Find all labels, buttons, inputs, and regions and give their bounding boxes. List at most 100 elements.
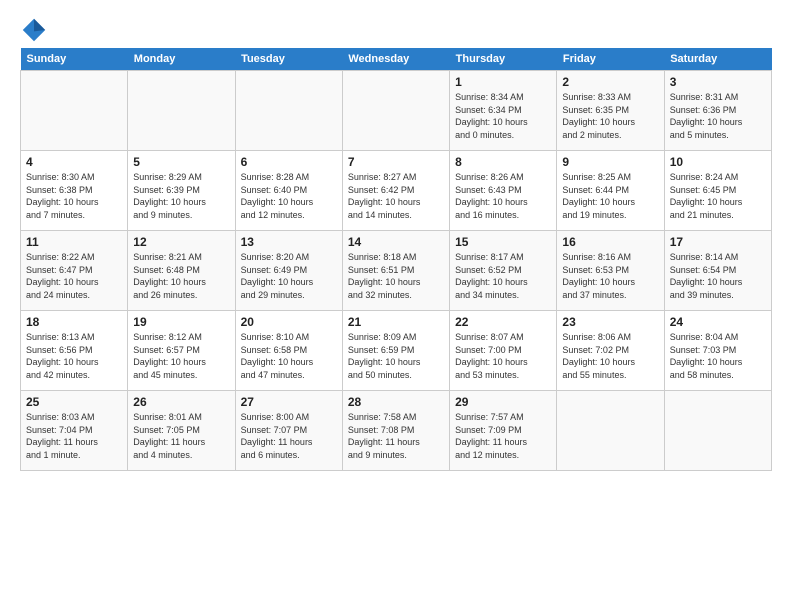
calendar-cell: 16 Sunrise: 8:16 AM Sunset: 6:53 PM Dayli… <box>557 231 664 311</box>
day-info: Sunrise: 8:27 AM Sunset: 6:42 PM Dayligh… <box>348 171 444 221</box>
day-info: Sunrise: 8:17 AM Sunset: 6:52 PM Dayligh… <box>455 251 551 301</box>
day-number: 12 <box>133 235 229 249</box>
day-number: 3 <box>670 75 766 89</box>
calendar-cell: 4Sunrise: 8:30 AM Sunset: 6:38 PM Daylig… <box>21 151 128 231</box>
calendar-cell <box>21 71 128 151</box>
calendar-cell: 12 Sunrise: 8:21 AM Sunset: 6:48 PM Dayli… <box>128 231 235 311</box>
calendar-cell: 13 Sunrise: 8:20 AM Sunset: 6:49 PM Dayli… <box>235 231 342 311</box>
calendar-cell: 5 Sunrise: 8:29 AM Sunset: 6:39 PM Daylig… <box>128 151 235 231</box>
header <box>20 16 772 44</box>
day-number: 23 <box>562 315 658 329</box>
day-number: 24 <box>670 315 766 329</box>
day-info: Sunrise: 7:58 AM Sunset: 7:08 PM Dayligh… <box>348 411 444 461</box>
day-info: Sunrise: 8:34 AM Sunset: 6:34 PM Dayligh… <box>455 91 551 141</box>
calendar-cell <box>342 71 449 151</box>
day-info: Sunrise: 8:12 AM Sunset: 6:57 PM Dayligh… <box>133 331 229 381</box>
day-info: Sunrise: 8:10 AM Sunset: 6:58 PM Dayligh… <box>241 331 337 381</box>
week-row-1: 1Sunrise: 8:34 AM Sunset: 6:34 PM Daylig… <box>21 71 772 151</box>
week-row-3: 11 Sunrise: 8:22 AM Sunset: 6:47 PM Dayli… <box>21 231 772 311</box>
calendar-cell: 9 Sunrise: 8:25 AM Sunset: 6:44 PM Daylig… <box>557 151 664 231</box>
day-info: Sunrise: 8:21 AM Sunset: 6:48 PM Dayligh… <box>133 251 229 301</box>
day-number: 16 <box>562 235 658 249</box>
week-row-2: 4Sunrise: 8:30 AM Sunset: 6:38 PM Daylig… <box>21 151 772 231</box>
calendar-cell: 23 Sunrise: 8:06 AM Sunset: 7:02 PM Dayli… <box>557 311 664 391</box>
weekday-header-thursday: Thursday <box>450 48 557 71</box>
calendar-cell: 6 Sunrise: 8:28 AM Sunset: 6:40 PM Daylig… <box>235 151 342 231</box>
calendar-cell: 1Sunrise: 8:34 AM Sunset: 6:34 PM Daylig… <box>450 71 557 151</box>
calendar-cell: 29Sunrise: 7:57 AM Sunset: 7:09 PM Dayli… <box>450 391 557 471</box>
day-number: 18 <box>26 315 122 329</box>
day-info: Sunrise: 8:04 AM Sunset: 7:03 PM Dayligh… <box>670 331 766 381</box>
weekday-header-friday: Friday <box>557 48 664 71</box>
calendar-body: 1Sunrise: 8:34 AM Sunset: 6:34 PM Daylig… <box>21 71 772 471</box>
calendar-cell <box>664 391 771 471</box>
day-number: 25 <box>26 395 122 409</box>
day-number: 9 <box>562 155 658 169</box>
calendar-cell: 28Sunrise: 7:58 AM Sunset: 7:08 PM Dayli… <box>342 391 449 471</box>
week-row-4: 18 Sunrise: 8:13 AM Sunset: 6:56 PM Dayli… <box>21 311 772 391</box>
calendar-cell: 26 Sunrise: 8:01 AM Sunset: 7:05 PM Dayli… <box>128 391 235 471</box>
calendar-table: SundayMondayTuesdayWednesdayThursdayFrid… <box>20 48 772 471</box>
day-info: Sunrise: 8:26 AM Sunset: 6:43 PM Dayligh… <box>455 171 551 221</box>
calendar-cell: 11 Sunrise: 8:22 AM Sunset: 6:47 PM Dayli… <box>21 231 128 311</box>
day-info: Sunrise: 8:33 AM Sunset: 6:35 PM Dayligh… <box>562 91 658 141</box>
day-number: 5 <box>133 155 229 169</box>
week-row-5: 25 Sunrise: 8:03 AM Sunset: 7:04 PM Dayli… <box>21 391 772 471</box>
day-info: Sunrise: 8:31 AM Sunset: 6:36 PM Dayligh… <box>670 91 766 141</box>
day-number: 10 <box>670 155 766 169</box>
day-number: 8 <box>455 155 551 169</box>
weekday-header-saturday: Saturday <box>664 48 771 71</box>
calendar-cell: 2Sunrise: 8:33 AM Sunset: 6:35 PM Daylig… <box>557 71 664 151</box>
day-info: Sunrise: 8:29 AM Sunset: 6:39 PM Dayligh… <box>133 171 229 221</box>
day-number: 17 <box>670 235 766 249</box>
day-info: Sunrise: 8:06 AM Sunset: 7:02 PM Dayligh… <box>562 331 658 381</box>
day-info: Sunrise: 8:30 AM Sunset: 6:38 PM Dayligh… <box>26 171 122 221</box>
calendar-header: SundayMondayTuesdayWednesdayThursdayFrid… <box>21 48 772 71</box>
logo-icon <box>20 16 48 44</box>
weekday-header-sunday: Sunday <box>21 48 128 71</box>
calendar-cell: 21Sunrise: 8:09 AM Sunset: 6:59 PM Dayli… <box>342 311 449 391</box>
day-info: Sunrise: 8:16 AM Sunset: 6:53 PM Dayligh… <box>562 251 658 301</box>
day-info: Sunrise: 8:18 AM Sunset: 6:51 PM Dayligh… <box>348 251 444 301</box>
day-number: 13 <box>241 235 337 249</box>
calendar-cell: 20 Sunrise: 8:10 AM Sunset: 6:58 PM Dayli… <box>235 311 342 391</box>
day-info: Sunrise: 8:13 AM Sunset: 6:56 PM Dayligh… <box>26 331 122 381</box>
calendar-cell: 15 Sunrise: 8:17 AM Sunset: 6:52 PM Dayli… <box>450 231 557 311</box>
weekday-header-monday: Monday <box>128 48 235 71</box>
day-info: Sunrise: 8:01 AM Sunset: 7:05 PM Dayligh… <box>133 411 229 461</box>
calendar-cell: 14 Sunrise: 8:18 AM Sunset: 6:51 PM Dayli… <box>342 231 449 311</box>
calendar-cell: 8 Sunrise: 8:26 AM Sunset: 6:43 PM Daylig… <box>450 151 557 231</box>
day-number: 6 <box>241 155 337 169</box>
calendar-cell: 7Sunrise: 8:27 AM Sunset: 6:42 PM Daylig… <box>342 151 449 231</box>
day-info: Sunrise: 8:20 AM Sunset: 6:49 PM Dayligh… <box>241 251 337 301</box>
day-number: 14 <box>348 235 444 249</box>
calendar-cell: 18 Sunrise: 8:13 AM Sunset: 6:56 PM Dayli… <box>21 311 128 391</box>
calendar-cell: 27Sunrise: 8:00 AM Sunset: 7:07 PM Dayli… <box>235 391 342 471</box>
day-info: Sunrise: 8:28 AM Sunset: 6:40 PM Dayligh… <box>241 171 337 221</box>
calendar-cell <box>235 71 342 151</box>
day-number: 26 <box>133 395 229 409</box>
calendar-cell: 24 Sunrise: 8:04 AM Sunset: 7:03 PM Dayli… <box>664 311 771 391</box>
weekday-row: SundayMondayTuesdayWednesdayThursdayFrid… <box>21 48 772 71</box>
day-info: Sunrise: 8:03 AM Sunset: 7:04 PM Dayligh… <box>26 411 122 461</box>
calendar-cell: 25 Sunrise: 8:03 AM Sunset: 7:04 PM Dayli… <box>21 391 128 471</box>
day-info: Sunrise: 8:00 AM Sunset: 7:07 PM Dayligh… <box>241 411 337 461</box>
day-info: Sunrise: 7:57 AM Sunset: 7:09 PM Dayligh… <box>455 411 551 461</box>
day-info: Sunrise: 8:25 AM Sunset: 6:44 PM Dayligh… <box>562 171 658 221</box>
calendar-cell: 17 Sunrise: 8:14 AM Sunset: 6:54 PM Dayli… <box>664 231 771 311</box>
calendar-cell: 3 Sunrise: 8:31 AM Sunset: 6:36 PM Daylig… <box>664 71 771 151</box>
calendar-cell: 22Sunrise: 8:07 AM Sunset: 7:00 PM Dayli… <box>450 311 557 391</box>
calendar-cell: 19 Sunrise: 8:12 AM Sunset: 6:57 PM Dayli… <box>128 311 235 391</box>
day-number: 11 <box>26 235 122 249</box>
day-info: Sunrise: 8:14 AM Sunset: 6:54 PM Dayligh… <box>670 251 766 301</box>
weekday-header-tuesday: Tuesday <box>235 48 342 71</box>
calendar-cell <box>128 71 235 151</box>
day-info: Sunrise: 8:22 AM Sunset: 6:47 PM Dayligh… <box>26 251 122 301</box>
day-number: 20 <box>241 315 337 329</box>
calendar-cell <box>557 391 664 471</box>
day-info: Sunrise: 8:24 AM Sunset: 6:45 PM Dayligh… <box>670 171 766 221</box>
day-number: 19 <box>133 315 229 329</box>
page: SundayMondayTuesdayWednesdayThursdayFrid… <box>0 0 792 481</box>
logo <box>20 16 52 44</box>
day-number: 15 <box>455 235 551 249</box>
